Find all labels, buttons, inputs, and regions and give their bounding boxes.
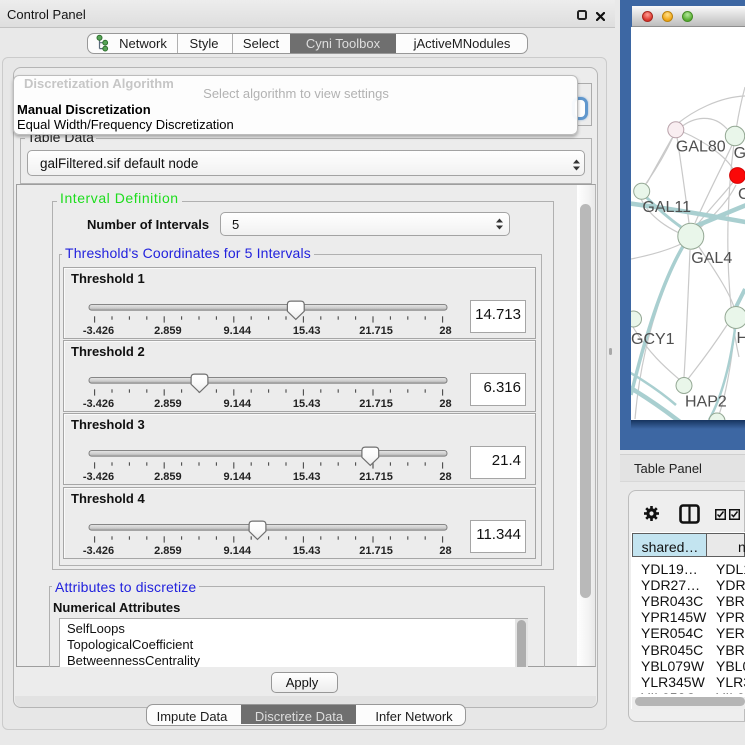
svg-text:9.144: 9.144	[224, 545, 252, 557]
svg-text:9.144: 9.144	[224, 325, 252, 337]
svg-text:15.43: 15.43	[293, 325, 321, 337]
svg-text:GAL4: GAL4	[691, 250, 732, 267]
svg-text:2.859: 2.859	[154, 398, 182, 410]
svg-text:GAL80: GAL80	[676, 139, 726, 156]
svg-text:HA: HA	[737, 330, 745, 347]
svg-text:21.715: 21.715	[359, 471, 393, 483]
svg-text:28: 28	[439, 398, 451, 410]
svg-text:C: C	[738, 186, 745, 203]
svg-text:GCY1: GCY1	[631, 331, 675, 348]
svg-text:GA: GA	[734, 145, 745, 162]
svg-text:2.859: 2.859	[154, 471, 182, 483]
svg-text:15.43: 15.43	[293, 471, 321, 483]
svg-text:28: 28	[439, 325, 451, 337]
svg-text:28: 28	[439, 471, 451, 483]
svg-text:-3.426: -3.426	[83, 545, 114, 557]
svg-text:21.715: 21.715	[359, 325, 393, 337]
svg-text:9.144: 9.144	[224, 398, 252, 410]
svg-text:HAP2: HAP2	[685, 394, 727, 411]
svg-text:-3.426: -3.426	[83, 471, 114, 483]
svg-text:21.715: 21.715	[359, 398, 393, 410]
svg-text:9.144: 9.144	[224, 471, 252, 483]
svg-text:28: 28	[439, 545, 451, 557]
svg-text:-3.426: -3.426	[83, 325, 114, 337]
svg-text:-3.426: -3.426	[83, 398, 114, 410]
svg-text:2.859: 2.859	[154, 325, 182, 337]
svg-text:2.859: 2.859	[154, 545, 182, 557]
svg-text:GAL11: GAL11	[642, 199, 691, 216]
svg-text:15.43: 15.43	[293, 545, 321, 557]
svg-text:15.43: 15.43	[293, 398, 321, 410]
svg-text:21.715: 21.715	[359, 545, 393, 557]
